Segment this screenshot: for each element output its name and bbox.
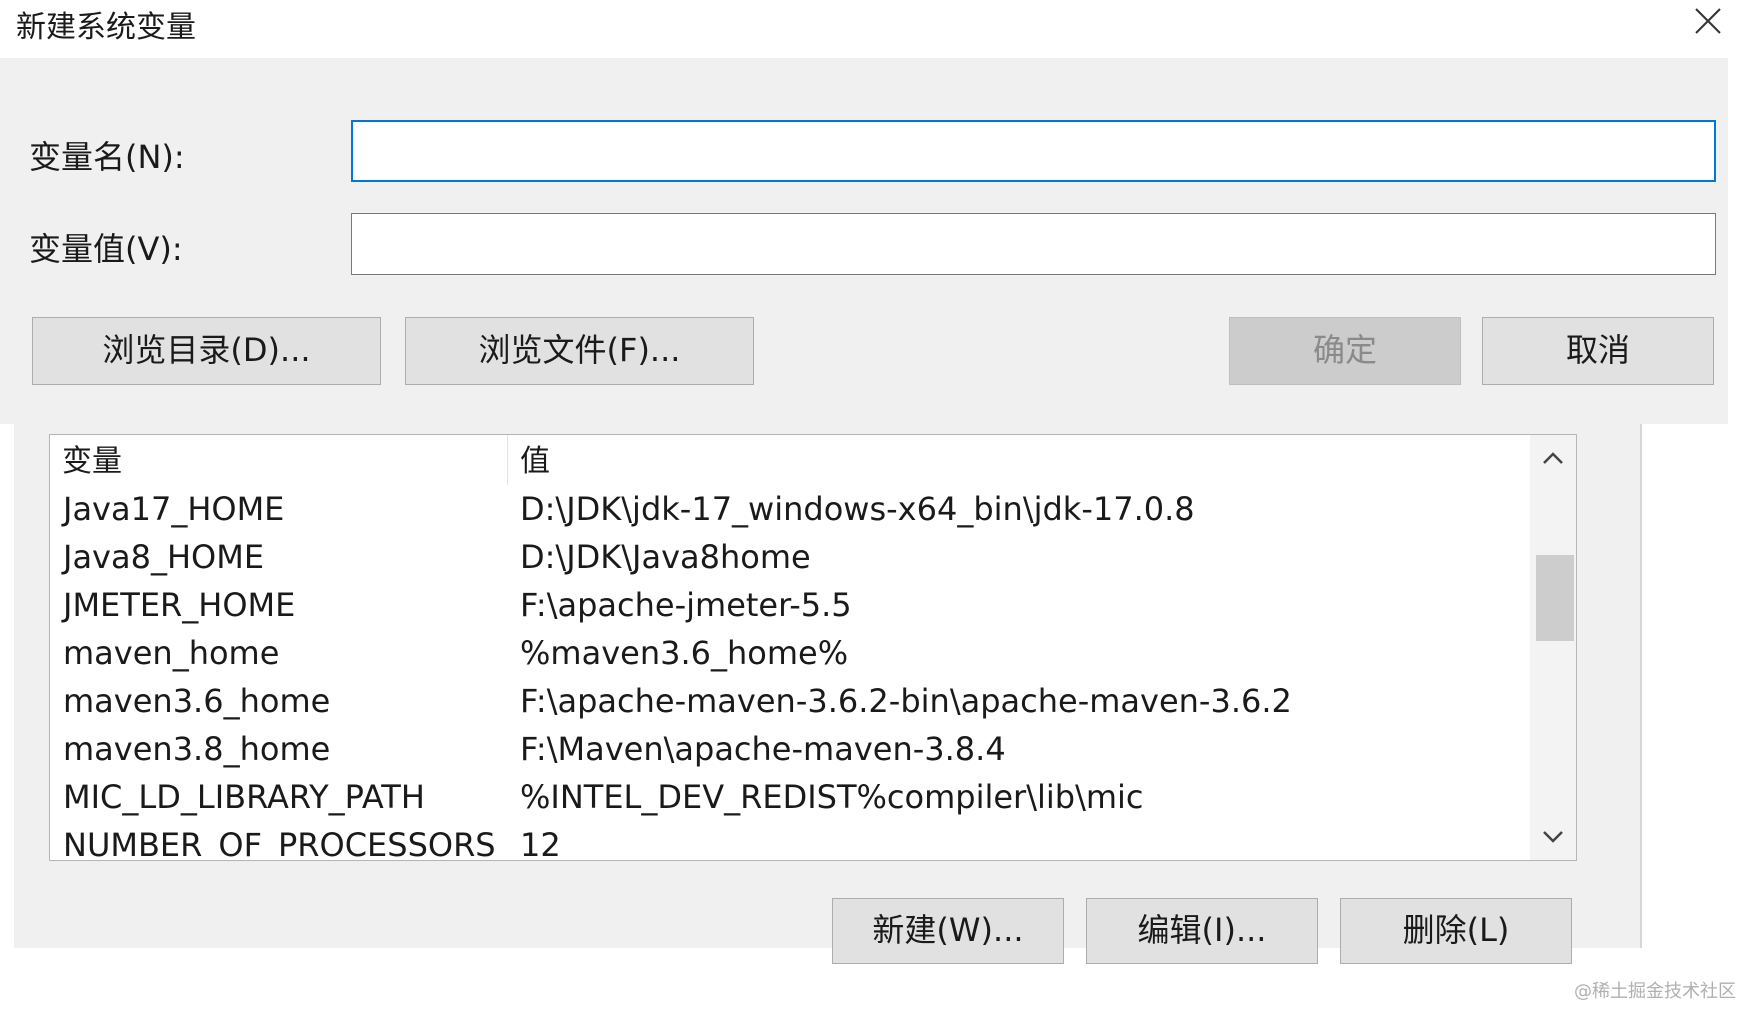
row-variable-name: MIC_LD_LIBRARY_PATH	[63, 778, 425, 816]
scroll-down-arrow-icon[interactable]	[1530, 814, 1576, 860]
row-variable-value: F:\Maven\apache-maven-3.8.4	[520, 730, 1006, 768]
row-variable-value: 12	[520, 826, 561, 861]
row-variable-name: maven3.6_home	[63, 682, 331, 720]
row-variable-name: JMETER_HOME	[63, 586, 296, 624]
row-variable-name: NUMBER_OF_PROCESSORS	[63, 826, 496, 861]
variable-name-label: 变量名(N):	[29, 138, 185, 176]
variables-list[interactable]: 变量 值 Java17_HOME D:\JDK\jdk-17_windows-x…	[49, 434, 1577, 861]
table-row[interactable]: MIC_LD_LIBRARY_PATH %INTEL_DEV_REDIST%co…	[50, 773, 1528, 821]
list-rows: Java17_HOME D:\JDK\jdk-17_windows-x64_bi…	[50, 485, 1528, 861]
table-row[interactable]: JMETER_HOME F:\apache-jmeter-5.5	[50, 581, 1528, 629]
list-header: 变量 值	[50, 435, 1528, 485]
table-row[interactable]: maven3.6_home F:\apache-maven-3.6.2-bin\…	[50, 677, 1528, 725]
scroll-up-arrow-icon[interactable]	[1530, 435, 1576, 481]
table-row[interactable]: NUMBER_OF_PROCESSORS 12	[50, 821, 1528, 861]
browse-directory-button[interactable]: 浏览目录(D)...	[32, 317, 381, 385]
bottom-strip	[0, 994, 1744, 1009]
table-row[interactable]: maven_home %maven3.6_home%	[50, 629, 1528, 677]
row-variable-value: D:\JDK\jdk-17_windows-x64_bin\jdk-17.0.8	[520, 490, 1195, 528]
row-variable-name: maven3.8_home	[63, 730, 331, 768]
header-value[interactable]: 值	[507, 435, 1507, 485]
new-button[interactable]: 新建(W)...	[832, 898, 1064, 964]
new-system-variable-dialog: 新建系统变量 变量名(N): 变量值(V): 浏览目录(D)... 浏览文件(F…	[0, 0, 1744, 424]
row-variable-value: %maven3.6_home%	[520, 634, 849, 672]
table-row[interactable]: Java17_HOME D:\JDK\jdk-17_windows-x64_bi…	[50, 485, 1528, 533]
header-variable[interactable]: 变量	[50, 435, 507, 485]
table-row[interactable]: maven3.8_home F:\Maven\apache-maven-3.8.…	[50, 725, 1528, 773]
row-variable-name: Java8_HOME	[63, 538, 265, 576]
variable-value-label: 变量值(V):	[29, 230, 183, 268]
variable-value-input[interactable]	[351, 213, 1716, 275]
watermark: @稀土掘金技术社区	[1574, 981, 1736, 1002]
parent-dialog-edge	[1640, 380, 1642, 948]
table-row[interactable]: Java8_HOME D:\JDK\Java8home	[50, 533, 1528, 581]
scroll-thumb[interactable]	[1536, 555, 1574, 641]
variable-name-input[interactable]	[351, 120, 1716, 182]
browse-file-button[interactable]: 浏览文件(F)...	[405, 317, 754, 385]
row-variable-value: F:\apache-jmeter-5.5	[520, 586, 852, 624]
row-variable-name: maven_home	[63, 634, 280, 672]
vertical-scrollbar[interactable]	[1530, 435, 1576, 860]
row-variable-value: D:\JDK\Java8home	[520, 538, 811, 576]
dialog-titlebar: 新建系统变量	[0, 0, 1744, 58]
close-icon[interactable]	[1682, 0, 1734, 42]
row-variable-value: %INTEL_DEV_REDIST%compiler\lib\mic	[520, 778, 1144, 816]
delete-button[interactable]: 删除(L)	[1340, 898, 1572, 964]
edit-button[interactable]: 编辑(I)...	[1086, 898, 1318, 964]
row-variable-value: F:\apache-maven-3.6.2-bin\apache-maven-3…	[520, 682, 1292, 720]
ok-button[interactable]: 确定	[1229, 317, 1461, 385]
row-variable-name: Java17_HOME	[63, 490, 285, 528]
cancel-button[interactable]: 取消	[1482, 317, 1714, 385]
dialog-title: 新建系统变量	[16, 10, 196, 45]
